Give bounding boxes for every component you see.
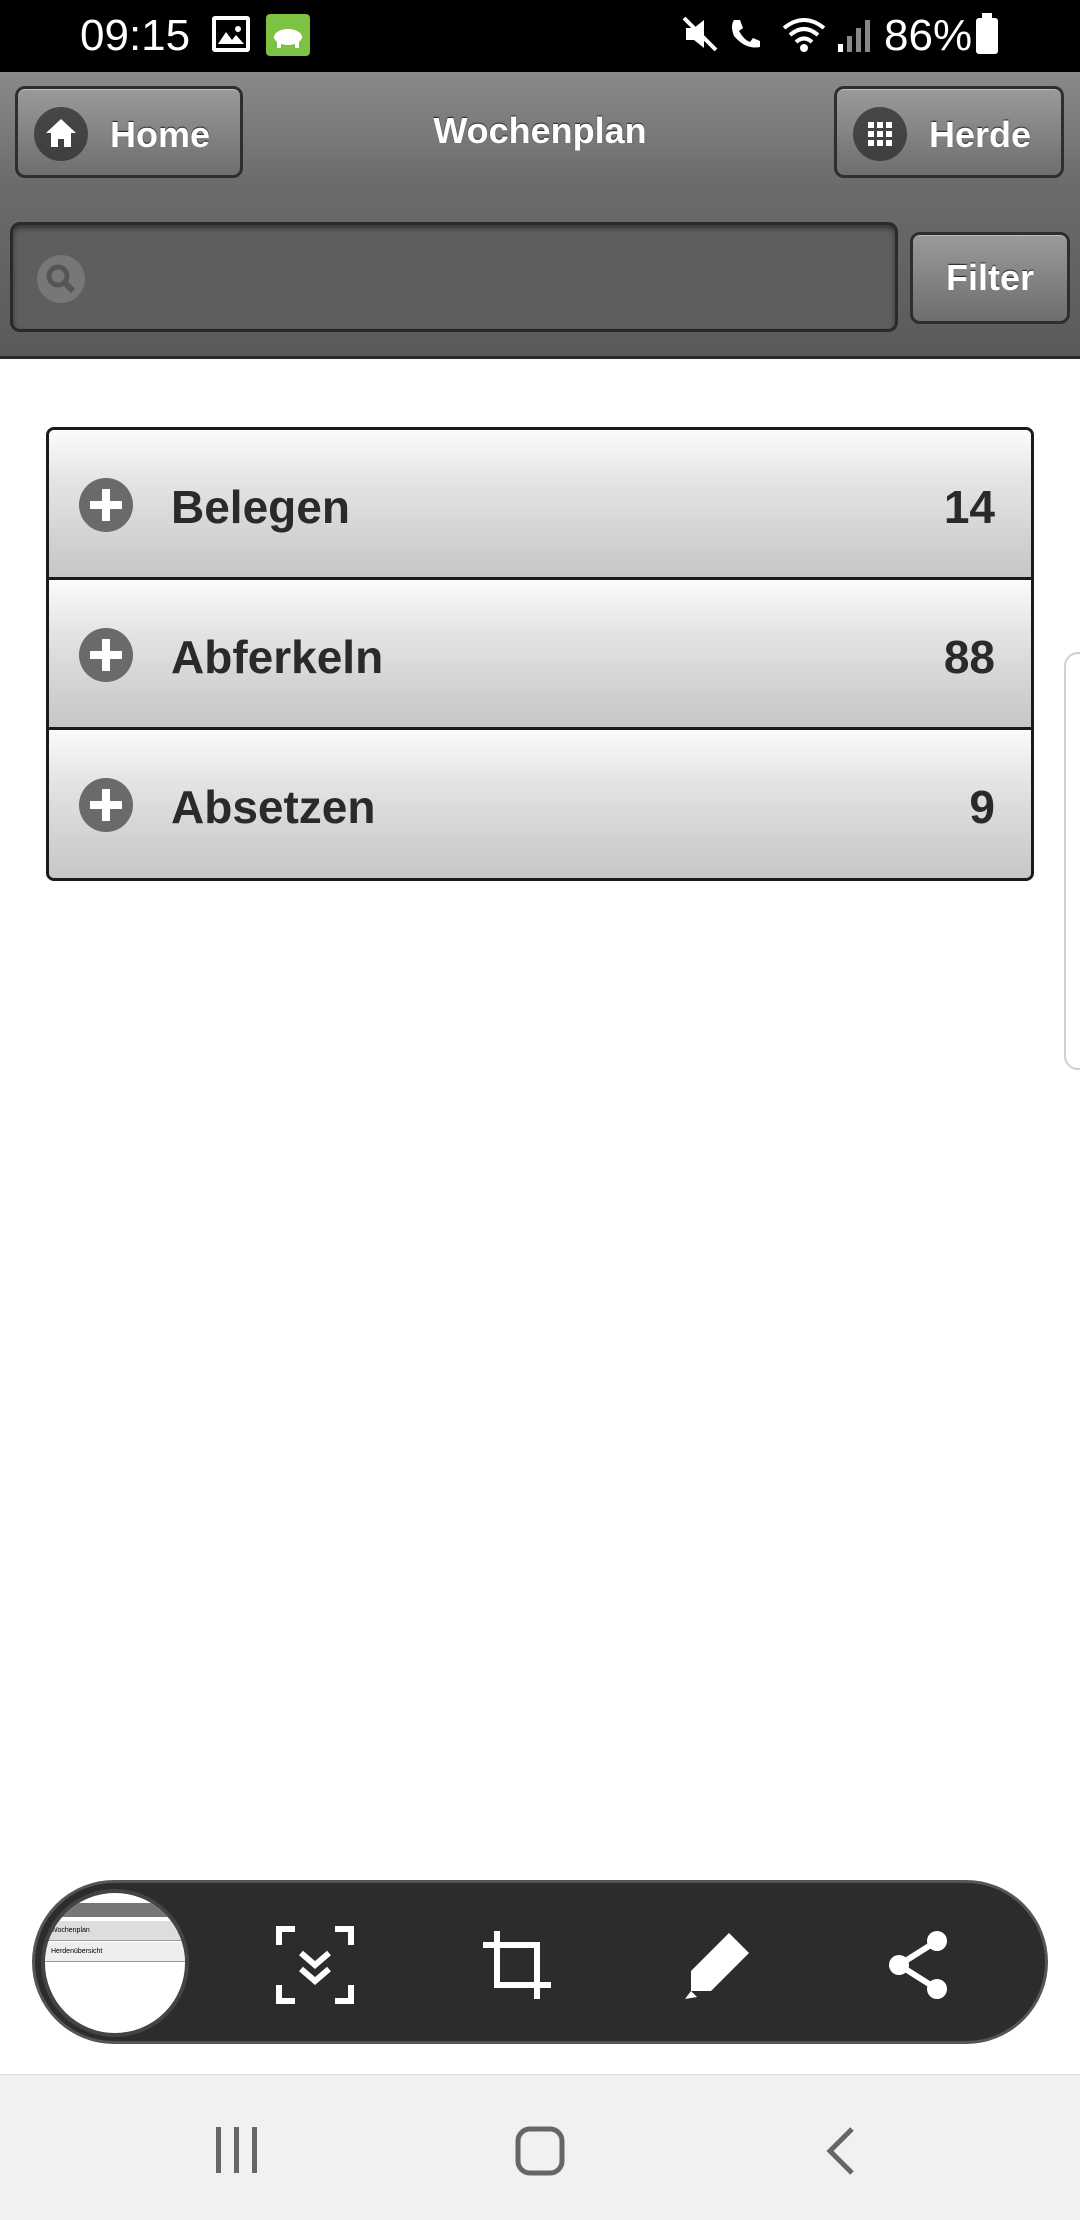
status-bar: 09:15 86%: [0, 0, 1080, 72]
battery-icon: [976, 13, 998, 54]
battery-percent: 86%: [884, 11, 973, 60]
plus-icon: [79, 628, 133, 682]
plus-icon: [79, 778, 133, 832]
screenshot-toolbar: Wochenplan Herdenübersicht: [32, 1880, 1048, 2044]
list-item-count: 14: [943, 481, 995, 533]
mute-icon: [680, 14, 720, 59]
screenshot-thumbnail[interactable]: Wochenplan Herdenübersicht: [41, 1889, 189, 2037]
wifi-call-icon: [726, 14, 766, 59]
list-item-label: Belegen: [171, 481, 350, 533]
list-item-count: 9: [969, 781, 995, 833]
list-item-belegen[interactable]: Belegen 14: [49, 430, 1031, 580]
edge-panel-handle[interactable]: [1064, 652, 1080, 1070]
back-icon[interactable]: [822, 2125, 862, 2182]
list-item-absetzen[interactable]: Absetzen 9: [49, 730, 1031, 878]
pig-app-notification-icon: [266, 14, 310, 56]
app-header: Home Wochenplan Herde Filter: [0, 72, 1080, 359]
list-item-abferkeln[interactable]: Abferkeln 88: [49, 580, 1031, 730]
recent-apps-icon[interactable]: [212, 2125, 262, 2180]
list-item-label: Abferkeln: [171, 631, 384, 683]
grid-icon: [853, 107, 907, 161]
navigation-bar: [0, 2074, 1080, 2220]
home-nav-icon[interactable]: [514, 2125, 566, 2182]
thumbnail-row: Wochenplan: [45, 1921, 185, 1941]
thumbnail-header: [45, 1903, 185, 1917]
share-icon[interactable]: [879, 1925, 959, 2005]
wifi-icon: [780, 14, 828, 59]
herde-button-label: Herde: [929, 114, 1032, 155]
crop-icon[interactable]: [477, 1925, 557, 2005]
gallery-notification-icon: [212, 16, 250, 52]
herde-button[interactable]: Herde: [834, 86, 1064, 178]
list-item-label: Absetzen: [171, 781, 376, 833]
filter-button[interactable]: Filter: [910, 232, 1070, 324]
search-icon: [37, 255, 85, 303]
week-plan-list: Belegen 14 Abferkeln 88 Absetzen 9: [46, 427, 1034, 881]
plus-icon: [79, 478, 133, 532]
draw-pencil-icon[interactable]: [677, 1925, 757, 2005]
status-time: 09:15: [80, 11, 191, 60]
scroll-capture-icon[interactable]: [275, 1925, 355, 2005]
search-input[interactable]: [93, 245, 873, 311]
list-item-count: 88: [943, 631, 995, 683]
thumbnail-row: Herdenübersicht: [45, 1942, 185, 1962]
search-bar: [10, 222, 898, 332]
signal-icon: [836, 14, 872, 59]
